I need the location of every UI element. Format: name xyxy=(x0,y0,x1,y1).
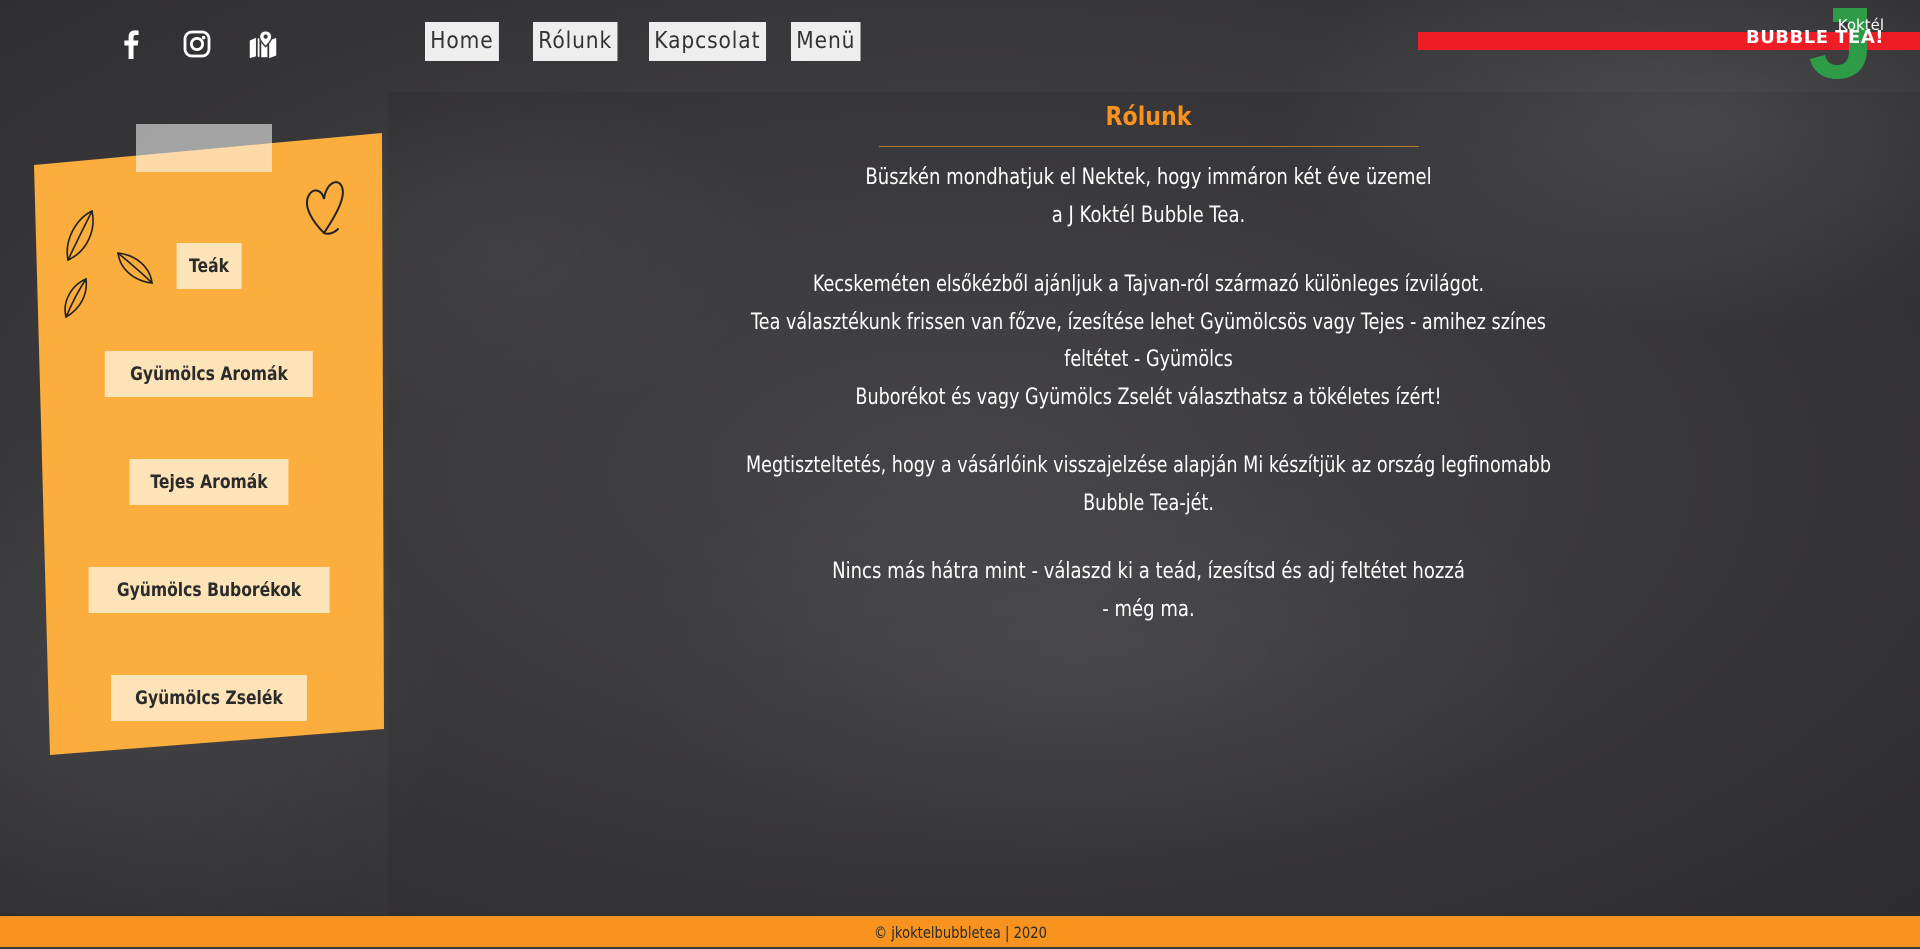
category-gyumolcs-aromak[interactable]: Gyümölcs Aromák xyxy=(104,351,314,397)
nav-home[interactable]: Home xyxy=(425,22,499,61)
category-tejes-aromak[interactable]: Tejes Aromák xyxy=(129,459,289,505)
text-line: a J Koktél Bubble Tea. xyxy=(1051,202,1246,228)
category-label: Gyümölcs Aromák xyxy=(130,363,288,385)
footer: © jkoktelbubbletea | 2020 xyxy=(0,916,1920,947)
text-line: Buborékot és vagy Gyümölcs Zselét válasz… xyxy=(855,384,1442,410)
text-line: Büszkén mondhatjuk el Nektek, hogy immár… xyxy=(865,165,1432,190)
category-sidebar: Teák Gyümölcs Aromák Tejes Aromák Gyümöl… xyxy=(34,124,384,755)
text-line: Megtiszteltetés, hogy a vásárlóink vissz… xyxy=(745,453,1552,516)
category-list: Teák Gyümölcs Aromák Tejes Aromák Gyümöl… xyxy=(34,133,384,755)
page-title: Rólunk xyxy=(1105,102,1192,132)
logo-title: BUBBLE TEA! xyxy=(1745,27,1884,48)
text-line: Nincs más hátra mint - válaszd ki a teád… xyxy=(832,559,1465,584)
category-gyumolcs-buborekok[interactable]: Gyümölcs Buborékok xyxy=(88,567,330,613)
text-line: Kecskeméten elsőkézből ajánljuk a Tajvan… xyxy=(812,272,1485,297)
nav-menu[interactable]: Menü xyxy=(791,22,862,61)
category-label: Tejes Aromák xyxy=(150,471,268,493)
facebook-icon[interactable] xyxy=(116,28,146,60)
copyright-text: © jkoktelbubbletea | 2020 xyxy=(873,923,1047,942)
title-divider xyxy=(878,146,1419,147)
nav-kapcsolat[interactable]: Kapcsolat xyxy=(648,22,766,61)
nav-rolunk[interactable]: Rólunk xyxy=(532,22,618,61)
main-nav: Home Rólunk Kapcsolat Menü xyxy=(425,22,871,61)
about-section: Rólunk Büszkén mondhatjuk el Nektek, hog… xyxy=(640,102,1657,628)
category-label: Gyümölcs Zselék xyxy=(135,687,283,709)
feedback-paragraph: Megtiszteltetés, hogy a vásárlóink vissz… xyxy=(742,447,1556,522)
cta-paragraph: Nincs más hátra mint - válaszd ki a teád… xyxy=(732,553,1566,628)
category-label: Teák xyxy=(188,255,230,277)
text-line: Tea választékunk frissen van főzve, ízes… xyxy=(751,309,1546,373)
offer-paragraph: Kecskeméten elsőkézből ajánljuk a Tajvan… xyxy=(742,266,1556,416)
social-links xyxy=(116,28,278,60)
instagram-icon[interactable] xyxy=(182,28,212,60)
text-line: - még ma. xyxy=(1102,596,1195,622)
category-label: Gyümölcs Buborékok xyxy=(116,579,302,601)
category-teak[interactable]: Teák xyxy=(176,243,242,289)
intro-paragraph: Büszkén mondhatjuk el Nektek, hogy immár… xyxy=(732,159,1566,234)
category-gyumolcs-zselek[interactable]: Gyümölcs Zselék xyxy=(110,675,308,721)
map-icon[interactable] xyxy=(248,28,278,60)
